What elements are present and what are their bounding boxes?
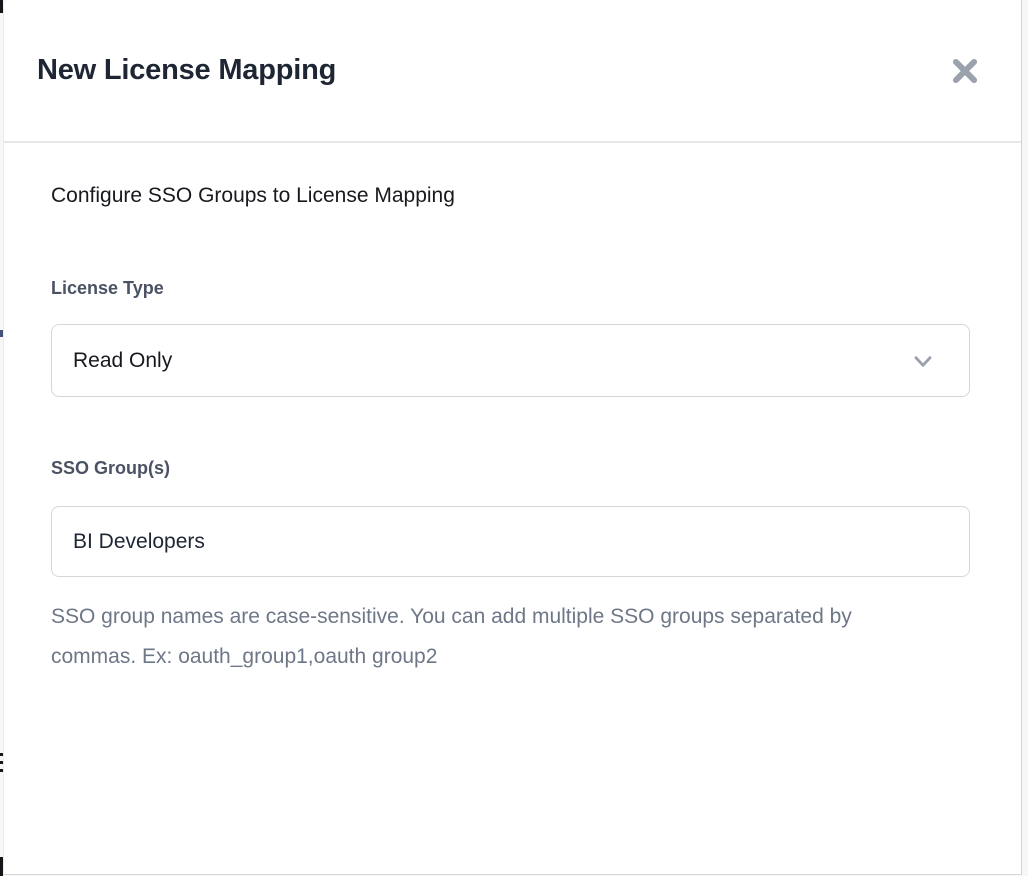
sso-groups-label: SSO Group(s) (51, 457, 970, 480)
new-license-mapping-modal: New License Mapping Configure SSO Groups… (3, 0, 1022, 875)
license-type-label: License Type (51, 277, 970, 300)
modal-header: New License Mapping (4, 0, 1021, 143)
modal-title: New License Mapping (37, 54, 336, 87)
chevron-down-icon (910, 348, 936, 374)
sso-groups-input[interactable] (51, 506, 970, 577)
modal-body: Configure SSO Groups to License Mapping … (4, 143, 1021, 677)
sso-groups-field-group: SSO Group(s) SSO group names are case-se… (51, 457, 970, 677)
modal-description: Configure SSO Groups to License Mapping (51, 182, 970, 209)
page-background: New License Mapping Configure SSO Groups… (0, 0, 1028, 876)
license-type-select[interactable]: Read Only (51, 324, 970, 397)
close-button[interactable] (945, 51, 985, 91)
sso-groups-help-text: SSO group names are case-sensitive. You … (51, 597, 881, 677)
license-type-field-group: License Type Read Only (51, 277, 970, 397)
close-icon (950, 56, 980, 86)
license-type-selected-value: Read Only (73, 349, 172, 373)
